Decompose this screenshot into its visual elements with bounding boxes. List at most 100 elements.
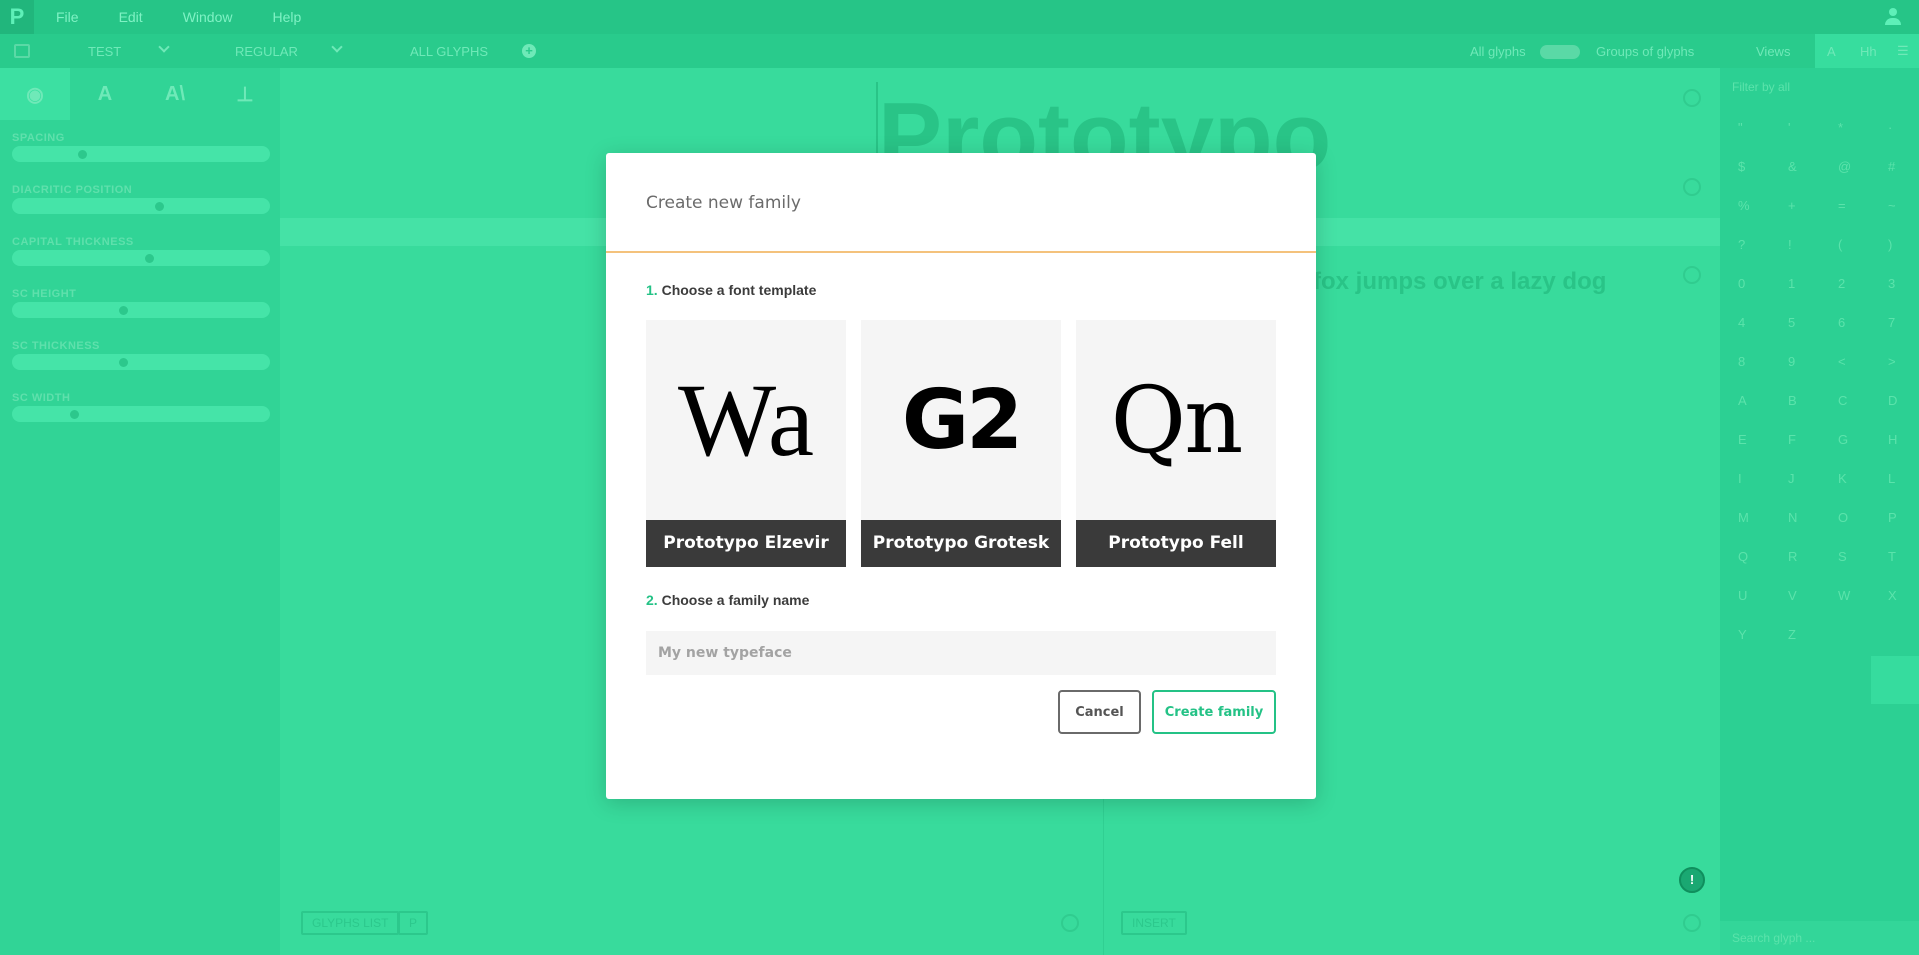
cancel-button[interactable]: Cancel bbox=[1058, 690, 1141, 734]
glyph-search[interactable]: Search glyph ... bbox=[1720, 921, 1919, 955]
settings-icon[interactable] bbox=[1683, 178, 1701, 196]
glyph-cell[interactable]: & bbox=[1788, 159, 1838, 174]
glyph-cell[interactable]: ~ bbox=[1888, 198, 1919, 213]
tab-serif-icon[interactable]: A bbox=[70, 68, 140, 120]
glyph-cell[interactable]: F bbox=[1788, 432, 1838, 447]
slider-thumb[interactable] bbox=[70, 410, 79, 419]
glyph-cell[interactable]: 2 bbox=[1838, 276, 1888, 291]
chevron-down-icon[interactable] bbox=[331, 41, 343, 53]
template-grotesk[interactable]: G2 Prototypo Grotesk bbox=[861, 320, 1061, 567]
glyph-cell[interactable]: Z bbox=[1788, 627, 1838, 642]
view-hh-button[interactable]: Hh bbox=[1860, 44, 1877, 59]
glyph-filter-field[interactable]: Filter by all bbox=[1732, 80, 1790, 94]
slider-thumb[interactable] bbox=[78, 150, 87, 159]
chevron-down-icon[interactable] bbox=[158, 41, 170, 53]
create-family-button[interactable]: Create family bbox=[1152, 690, 1276, 734]
slider-thumb[interactable] bbox=[155, 202, 164, 211]
glyph-cell[interactable]: = bbox=[1838, 198, 1888, 213]
glyph-cell[interactable]: 0 bbox=[1738, 276, 1788, 291]
glyph-cell[interactable]: ( bbox=[1838, 237, 1888, 252]
tab-global-icon[interactable]: ◉ bbox=[0, 68, 70, 120]
glyphs-list-button[interactable]: GLYPHS LIST bbox=[301, 911, 400, 935]
glyph-cell[interactable]: J bbox=[1788, 471, 1838, 486]
slider-thumb[interactable] bbox=[145, 254, 154, 263]
menu-edit[interactable]: Edit bbox=[119, 9, 143, 25]
chat-icon[interactable]: ! bbox=[1679, 867, 1705, 893]
glyph-cell[interactable]: # bbox=[1888, 159, 1919, 174]
glyph-cell[interactable]: $ bbox=[1738, 159, 1788, 174]
glyph-cell[interactable]: H bbox=[1888, 432, 1919, 447]
slider-thumb[interactable] bbox=[119, 306, 128, 315]
glyph-group-toggle[interactable] bbox=[1540, 45, 1580, 59]
add-variant-icon[interactable]: + bbox=[522, 44, 536, 58]
menu-icon[interactable]: ☰ bbox=[1897, 43, 1909, 59]
glyph-cell[interactable]: · bbox=[1888, 120, 1919, 135]
glyph-cell[interactable]: S bbox=[1838, 549, 1888, 564]
variant-select[interactable]: REGULAR bbox=[235, 44, 298, 59]
glyph-cell[interactable]: 7 bbox=[1888, 315, 1919, 330]
glyph-cell[interactable]: % bbox=[1738, 198, 1788, 213]
family-select[interactable]: TEST bbox=[88, 44, 121, 59]
glyph-cell[interactable]: 5 bbox=[1788, 315, 1838, 330]
glyph-filter[interactable]: ALL GLYPHS bbox=[410, 44, 488, 59]
family-name-input[interactable] bbox=[646, 631, 1276, 675]
sample-text[interactable]: fox jumps over a lazy dog bbox=[1313, 268, 1606, 296]
settings-icon[interactable] bbox=[1061, 914, 1079, 932]
glyph-cell[interactable]: * bbox=[1838, 120, 1888, 135]
menu-help[interactable]: Help bbox=[272, 9, 301, 25]
glyph-cell[interactable]: @ bbox=[1838, 159, 1888, 174]
glyph-cell[interactable]: Q bbox=[1738, 549, 1788, 564]
glyph-cell[interactable]: ? bbox=[1738, 237, 1788, 252]
close-sample-icon[interactable] bbox=[1683, 266, 1701, 284]
current-glyph-badge[interactable]: P bbox=[398, 911, 429, 935]
glyph-cell[interactable]: R bbox=[1788, 549, 1838, 564]
selected-glyph-cell[interactable] bbox=[1871, 656, 1919, 704]
glyph-cell[interactable]: V bbox=[1788, 588, 1838, 603]
glyph-cell[interactable]: U bbox=[1738, 588, 1788, 603]
slider-track[interactable] bbox=[12, 302, 270, 318]
slider-track[interactable] bbox=[12, 198, 270, 214]
template-elzevir[interactable]: Wa Prototypo Elzevir bbox=[646, 320, 846, 567]
user-icon[interactable] bbox=[1885, 8, 1901, 26]
glyph-cell[interactable]: C bbox=[1838, 393, 1888, 408]
slider-track[interactable] bbox=[12, 250, 270, 266]
glyph-cell[interactable]: 6 bbox=[1838, 315, 1888, 330]
glyph-cell[interactable]: 3 bbox=[1888, 276, 1919, 291]
glyph-cell[interactable]: ) bbox=[1888, 237, 1919, 252]
glyph-cell[interactable]: O bbox=[1838, 510, 1888, 525]
glyph-cell[interactable]: 4 bbox=[1738, 315, 1788, 330]
glyph-cell[interactable]: 9 bbox=[1788, 354, 1838, 369]
glyph-cell[interactable]: W bbox=[1838, 588, 1888, 603]
close-preview-icon[interactable] bbox=[1683, 89, 1701, 107]
glyph-cell[interactable]: ' bbox=[1788, 120, 1838, 135]
slider-track[interactable] bbox=[12, 146, 270, 162]
tab-stamp-icon[interactable]: ⊥ bbox=[210, 68, 280, 120]
glyph-cell[interactable]: + bbox=[1788, 198, 1838, 213]
slider-thumb[interactable] bbox=[119, 358, 128, 367]
template-fell[interactable]: Qn Prototypo Fell bbox=[1076, 320, 1276, 567]
glyph-cell[interactable]: A bbox=[1738, 393, 1788, 408]
glyph-cell[interactable]: B bbox=[1788, 393, 1838, 408]
glyph-cell[interactable]: X bbox=[1888, 588, 1919, 603]
menu-window[interactable]: Window bbox=[183, 9, 233, 25]
glyph-cell[interactable]: Y bbox=[1738, 627, 1788, 642]
glyph-cell[interactable]: N bbox=[1788, 510, 1838, 525]
insert-button[interactable]: INSERT bbox=[1121, 911, 1187, 935]
glyph-cell[interactable]: ! bbox=[1788, 237, 1838, 252]
glyph-cell[interactable]: D bbox=[1888, 393, 1919, 408]
glyph-cell[interactable]: T bbox=[1888, 549, 1919, 564]
glyph-cell[interactable]: 1 bbox=[1788, 276, 1838, 291]
glyph-cell[interactable]: 8 bbox=[1738, 354, 1788, 369]
glyph-cell[interactable]: > bbox=[1888, 354, 1919, 369]
glyph-cell[interactable]: L bbox=[1888, 471, 1919, 486]
view-a-button[interactable]: A bbox=[1827, 44, 1836, 59]
glyph-cell[interactable]: K bbox=[1838, 471, 1888, 486]
settings-icon[interactable] bbox=[1683, 914, 1701, 932]
glyph-cell[interactable]: P bbox=[1888, 510, 1919, 525]
glyph-cell[interactable]: G bbox=[1838, 432, 1888, 447]
slider-track[interactable] bbox=[12, 354, 270, 370]
slider-track[interactable] bbox=[12, 406, 270, 422]
book-icon[interactable] bbox=[14, 44, 30, 58]
menu-file[interactable]: File bbox=[56, 9, 79, 25]
glyph-cell[interactable]: I bbox=[1738, 471, 1788, 486]
